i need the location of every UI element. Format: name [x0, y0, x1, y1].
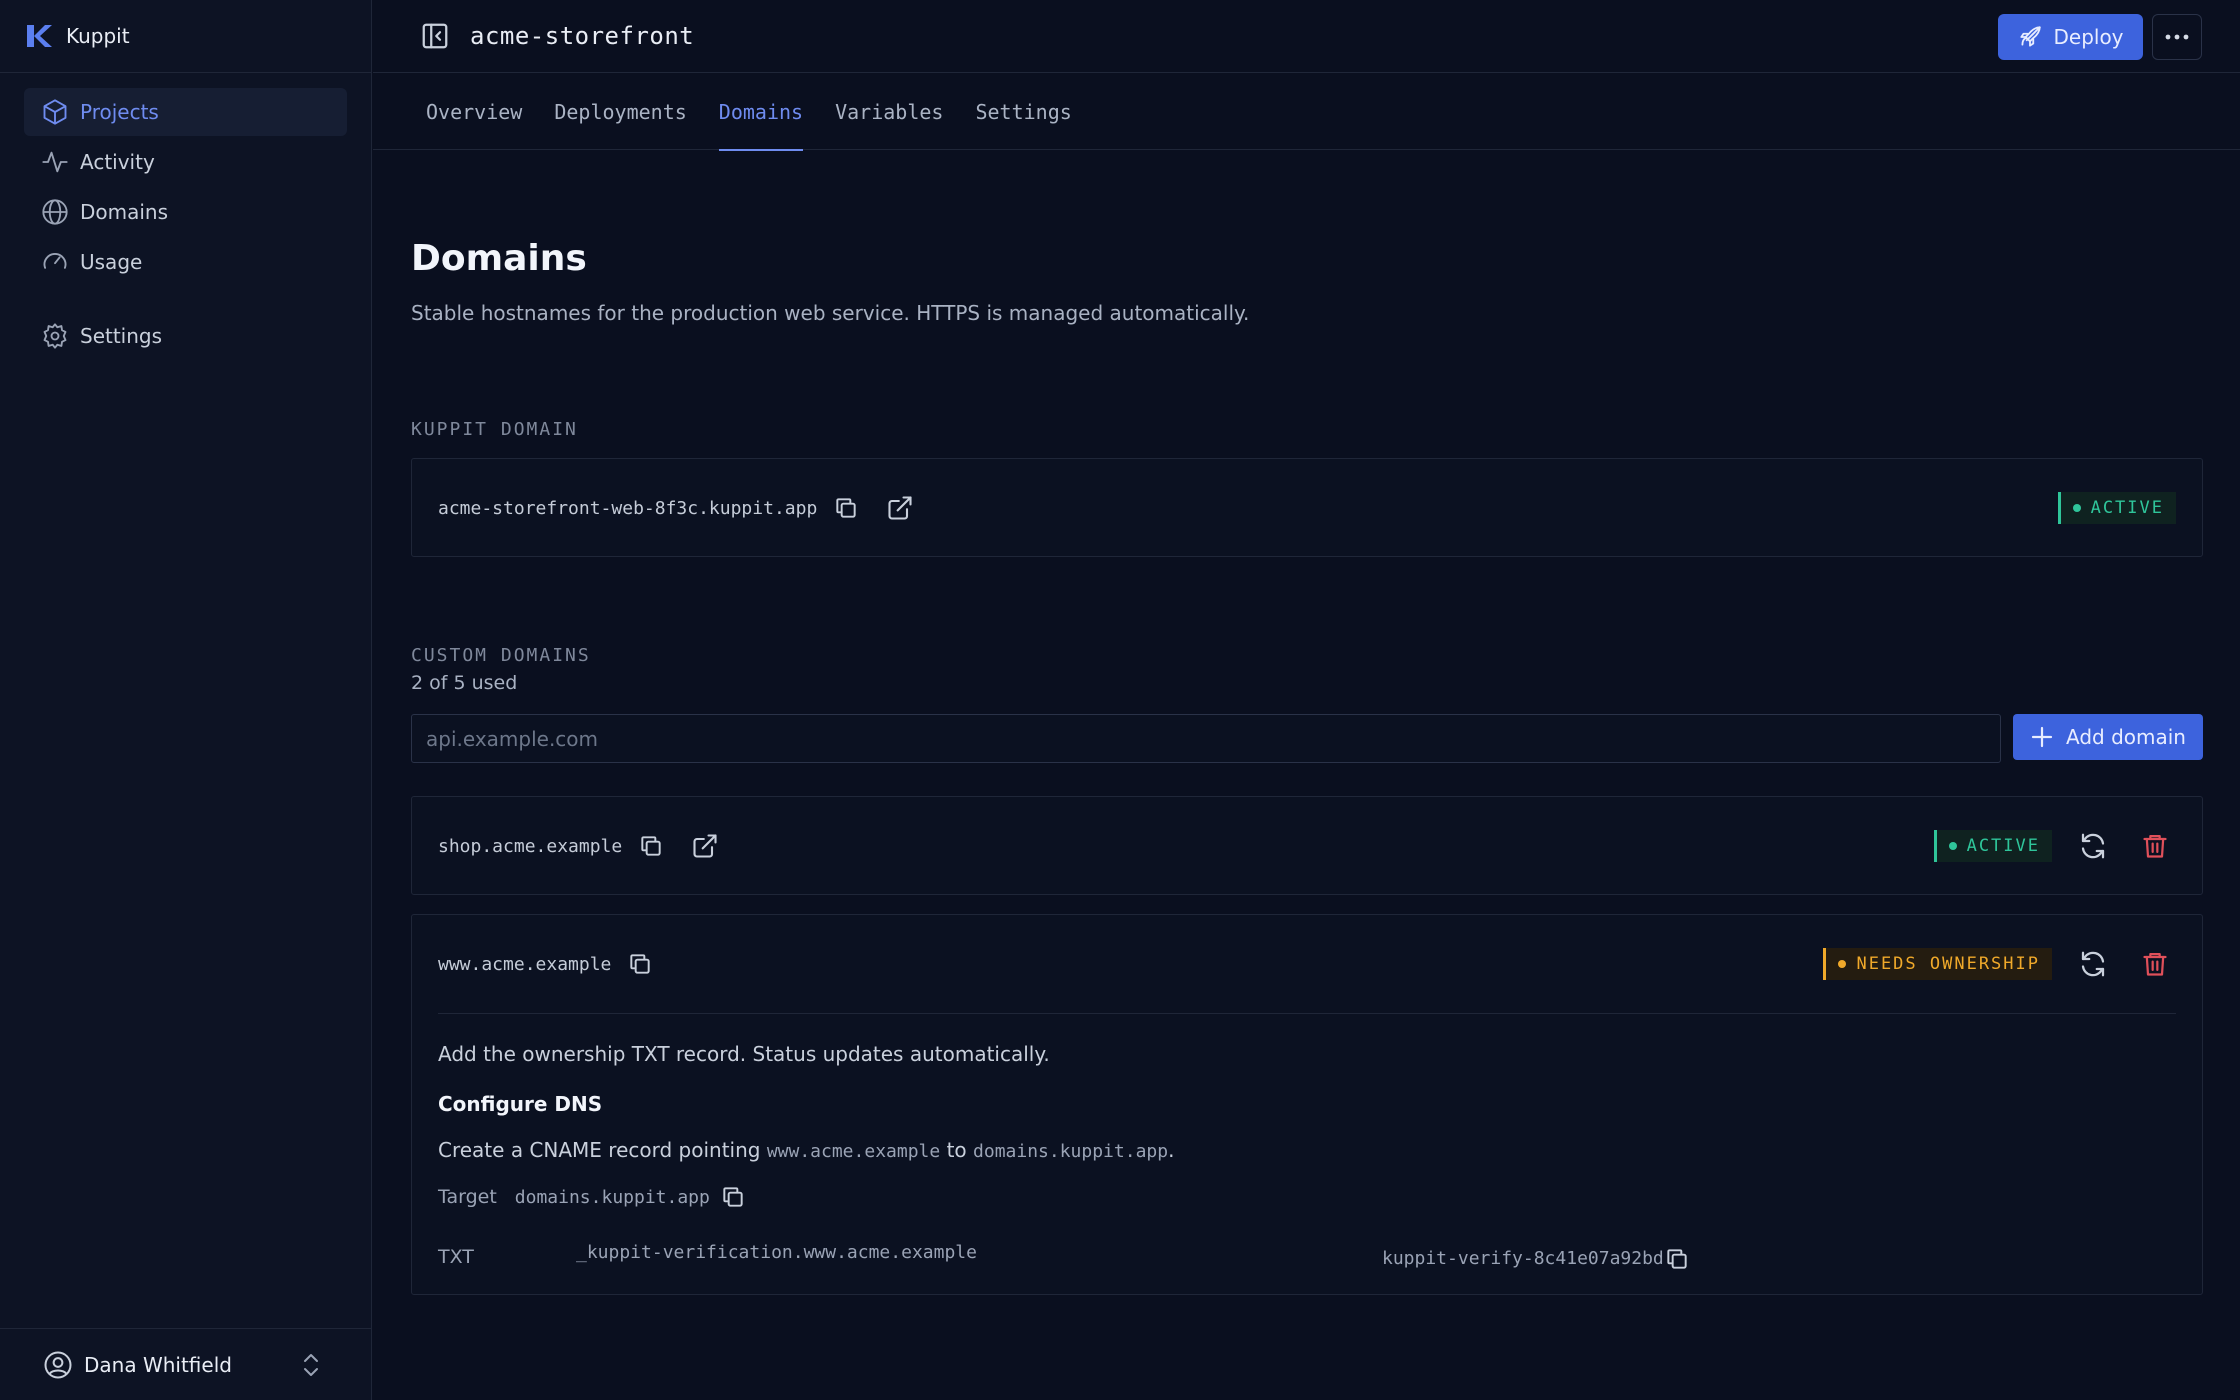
activity-icon	[40, 147, 70, 177]
copy-icon[interactable]	[623, 947, 657, 981]
sidebar-item-label: Projects	[80, 100, 159, 124]
custom-domain-row: www.acme.example NEEDS OWNERSHIP	[412, 915, 2202, 1013]
tab-deployments[interactable]: Deployments	[554, 73, 686, 150]
domains-content: Domains Stable hostnames for the product…	[411, 150, 2203, 1295]
brand-name: Kuppit	[66, 24, 130, 48]
status-text: ACTIVE	[2090, 498, 2164, 518]
trash-icon[interactable]	[2138, 947, 2172, 981]
sidebar-item-label: Domains	[80, 200, 169, 224]
status-dot	[1838, 960, 1847, 968]
trash-icon[interactable]	[2138, 829, 2172, 863]
status-dot	[2072, 504, 2081, 512]
custom-domain-card: shop.acme.example ACTIVE	[411, 796, 2203, 895]
copy-icon[interactable]	[829, 491, 863, 525]
cname-target: domains.kuppit.app	[973, 1141, 1169, 1162]
custom-domain-card-pending: www.acme.example NEEDS OWNERSHIP Add the…	[411, 914, 2203, 1295]
plus-icon	[2030, 725, 2054, 749]
target-label: Target	[438, 1186, 497, 1208]
external-link-icon[interactable]	[883, 491, 917, 525]
sidebar-item-label: Activity	[80, 150, 155, 174]
add-domain-label: Add domain	[2066, 725, 2186, 749]
kuppit-domain-label: KUPPIT DOMAIN	[411, 419, 578, 440]
gear-icon	[40, 321, 70, 351]
kuppit-logo-icon	[24, 21, 54, 51]
chevron-up-down-icon	[297, 1351, 325, 1379]
sidebar-item-projects[interactable]: Projects	[24, 88, 347, 136]
status-badge: NEEDS OWNERSHIP	[1823, 948, 2052, 980]
copy-icon[interactable]	[716, 1180, 750, 1214]
deploy-button[interactable]: Deploy	[1998, 14, 2143, 60]
sidebar-item-domains[interactable]: Domains	[24, 188, 347, 236]
cname-instruction: Create a CNAME record pointing www.acme.…	[438, 1138, 2176, 1162]
refresh-icon[interactable]	[2076, 947, 2110, 981]
copy-icon[interactable]	[634, 829, 668, 863]
txt-name: _kuppit-verification.www.acme.example	[576, 1242, 977, 1263]
project-tabs: Overview Deployments Domains Variables S…	[373, 73, 2240, 151]
cname-to: to	[946, 1138, 967, 1162]
brand[interactable]: Kuppit	[0, 0, 371, 73]
copy-icon[interactable]	[1660, 1242, 1694, 1276]
tab-domains[interactable]: Domains	[718, 73, 804, 151]
more-horizontal-icon	[2165, 34, 2189, 40]
txt-record-row: TXT _kuppit-verification.www.acme.exampl…	[438, 1222, 2176, 1282]
txt-label: TXT	[438, 1246, 474, 1268]
status-dot	[1948, 842, 1957, 850]
refresh-icon[interactable]	[2076, 829, 2110, 863]
topbar: acme-storefront Deploy	[373, 0, 2240, 73]
globe-icon	[40, 197, 70, 227]
sidebar-nav: Projects Activity Domains Usage Settings	[0, 73, 371, 377]
external-link-icon[interactable]	[688, 829, 722, 863]
deploy-label: Deploy	[2053, 25, 2124, 49]
sidebar-item-settings[interactable]: Settings	[24, 312, 347, 360]
more-options-button[interactable]	[2152, 14, 2202, 60]
status-text: ACTIVE	[1966, 836, 2040, 856]
kuppit-domain-card: acme-storefront-web-8f3c.kuppit.app ACTI…	[411, 458, 2203, 557]
configure-dns-heading: Configure DNS	[438, 1092, 603, 1116]
kuppit-domain-row: acme-storefront-web-8f3c.kuppit.app ACTI…	[412, 459, 2202, 557]
status-badge: ACTIVE	[2057, 492, 2176, 524]
tab-settings[interactable]: Settings	[975, 73, 1071, 150]
user-name: Dana Whitfield	[84, 1352, 232, 1377]
domain-input[interactable]: api.example.com	[411, 714, 2001, 763]
project-name: acme-storefront	[470, 22, 695, 50]
sidebar-toggle-icon[interactable]	[418, 19, 452, 53]
main-area: acme-storefront Deploy Overview Deployme…	[373, 0, 2240, 1400]
sidebar-item-label: Settings	[80, 324, 163, 348]
cname-prefix: Create a CNAME record pointing	[438, 1138, 761, 1162]
target-value: domains.kuppit.app	[514, 1186, 710, 1208]
custom-domains-usage: 2 of 5 used	[411, 672, 518, 694]
tab-overview[interactable]: Overview	[426, 73, 522, 150]
gauge-icon	[40, 247, 70, 277]
add-domain-button[interactable]: Add domain	[2013, 714, 2203, 760]
rocket-icon	[2017, 24, 2043, 50]
custom-domain-hostname: shop.acme.example	[438, 835, 623, 857]
dns-instructions: Add the ownership TXT record. Status upd…	[412, 1014, 2202, 1282]
custom-domain-row: shop.acme.example ACTIVE	[412, 797, 2202, 895]
cname-suffix: .	[1168, 1138, 1175, 1162]
domain-input-placeholder: api.example.com	[426, 726, 599, 751]
custom-domain-hostname: www.acme.example	[438, 953, 612, 975]
status-text: NEEDS OWNERSHIP	[1856, 954, 2040, 974]
cname-source: www.acme.example	[766, 1141, 941, 1162]
kuppit-domain-hostname: acme-storefront-web-8f3c.kuppit.app	[438, 497, 818, 519]
sidebar: Kuppit Projects Activity Domains Usage S…	[0, 0, 372, 1400]
status-badge: ACTIVE	[1933, 830, 2052, 862]
txt-value: kuppit-verify-8c41e07a92bd	[1382, 1248, 1664, 1269]
add-domain-form: api.example.com Add domain	[411, 714, 2203, 763]
user-avatar-icon	[42, 1349, 74, 1381]
target-row: Target domains.kuppit.app	[438, 1180, 2176, 1214]
sidebar-item-usage[interactable]: Usage	[24, 238, 347, 286]
user-menu[interactable]: Dana Whitfield	[0, 1328, 371, 1400]
ownership-note: Add the ownership TXT record. Status upd…	[438, 1042, 1050, 1066]
page-title: Domains	[411, 238, 587, 279]
sidebar-item-label: Usage	[80, 250, 143, 274]
sidebar-item-activity[interactable]: Activity	[24, 138, 347, 186]
page-subtitle: Stable hostnames for the production web …	[411, 301, 1250, 325]
custom-domains-label: CUSTOM DOMAINS	[411, 645, 591, 666]
tab-variables[interactable]: Variables	[835, 73, 943, 150]
cube-icon	[40, 97, 70, 127]
